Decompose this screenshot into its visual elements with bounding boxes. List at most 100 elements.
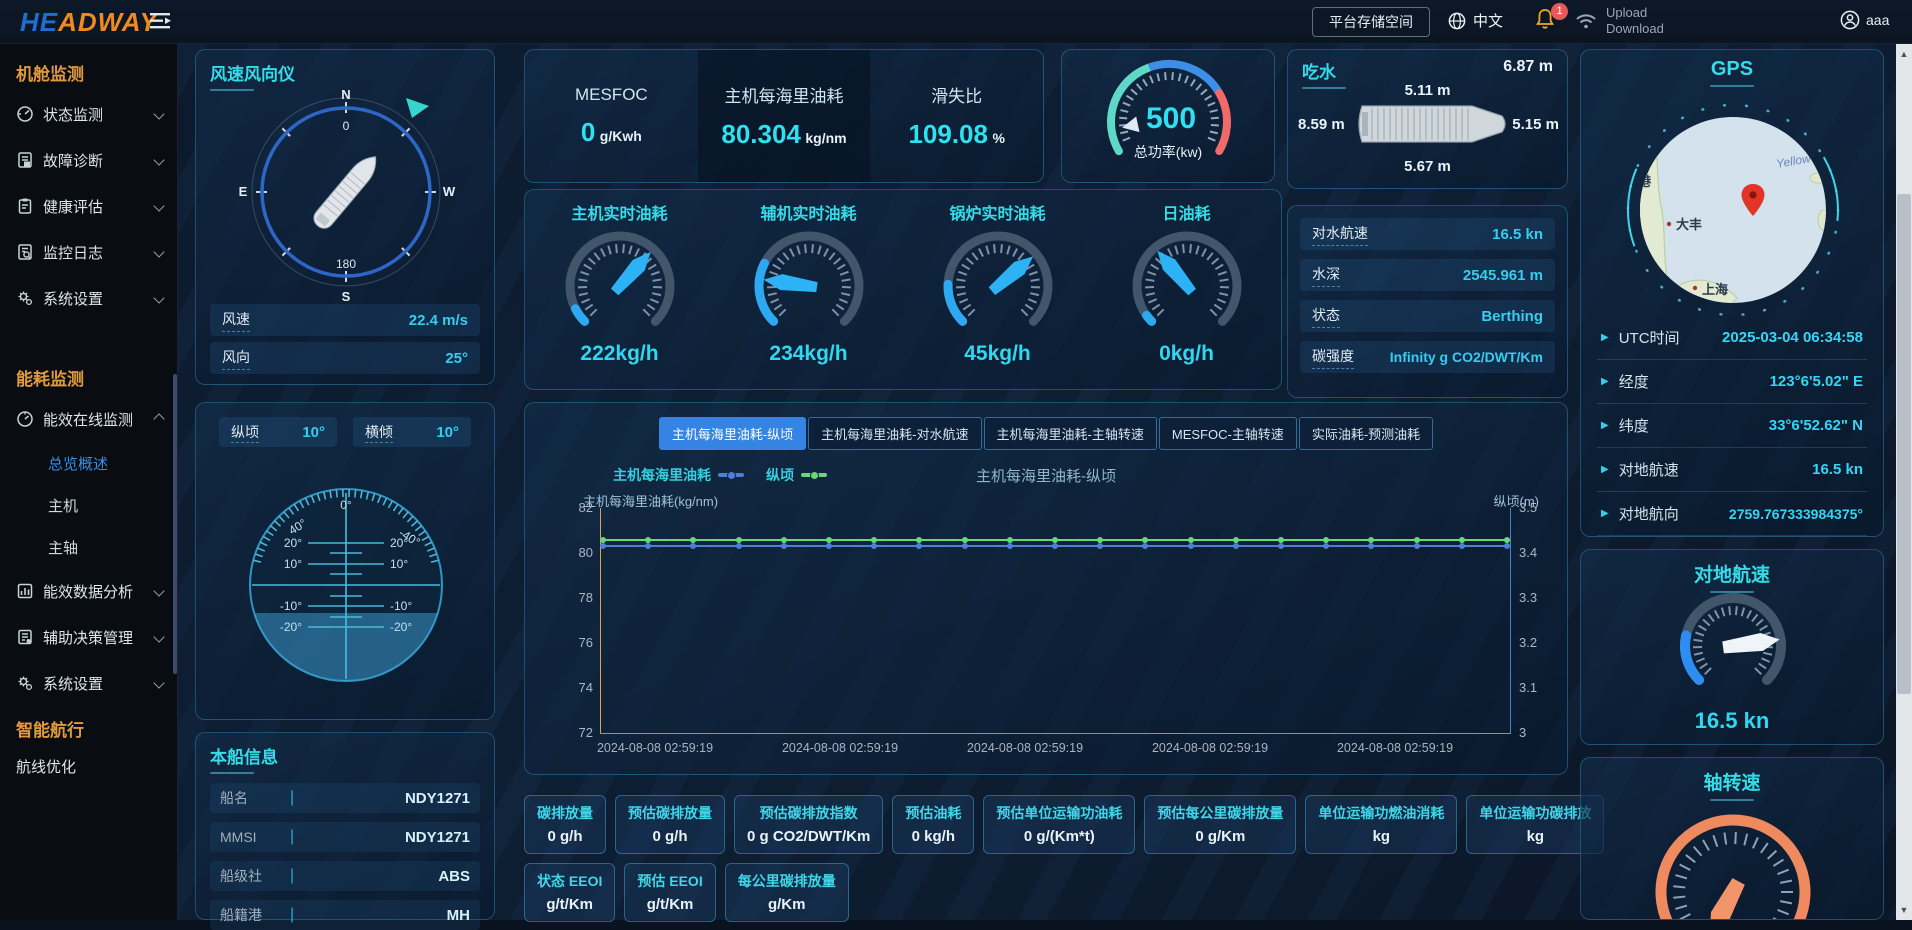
series-point bbox=[916, 537, 922, 543]
series-point bbox=[962, 543, 968, 549]
sidebar-item-route-optimization[interactable]: 航线优化 bbox=[0, 747, 177, 785]
sidebar-item-system-settings-1[interactable]: 系统设置 bbox=[0, 275, 177, 321]
chip-label: 预估碳排放量 bbox=[628, 803, 712, 823]
sidebar-item-health-evaluation[interactable]: 健康评估 bbox=[0, 183, 177, 229]
series-point bbox=[1233, 543, 1239, 549]
chart-tabs: 主机每海里油耗-纵顷主机每海里油耗-对水航速主机每海里油耗-主轴转速MESFOC… bbox=[525, 417, 1567, 450]
chip-label: 每公里碳排放量 bbox=[738, 871, 836, 891]
series-point bbox=[1368, 543, 1374, 549]
sog-gauge-panel: 对地航速 16.5 kn bbox=[1580, 549, 1884, 745]
carbon-stats-area: 碳排放量0 g/h预估碳排放量0 g/h预估碳排放指数0 g CO2/DWT/K… bbox=[524, 795, 1574, 922]
latitude-row: ▶ 纬度33°6'52.62" N bbox=[1597, 404, 1867, 448]
sidebar-item-energy-data-analysis[interactable]: 能效数据分析 bbox=[0, 568, 177, 614]
y-tick-left: 76 bbox=[559, 635, 593, 650]
boiler-fuel-gauge: 锅炉实时油耗 45kg/h bbox=[903, 190, 1092, 389]
globe-icon bbox=[1448, 12, 1466, 30]
sidebar-item-system-settings-2[interactable]: 系统设置 bbox=[0, 660, 177, 706]
status-row: 状态Berthing bbox=[1300, 300, 1555, 332]
mesfoc-stats-panel: MESFOC 0 g/Kwh 主机每海里油耗 80.304 kg/nm 滑失比 … bbox=[524, 49, 1044, 183]
wind-panel: 风速风向仪 N S E W 0 180 风速22.4 m/s 风向25° bbox=[195, 49, 495, 385]
series-point bbox=[1007, 537, 1013, 543]
nav-info-panel: 对水航速16.5 kn 水深2545.961 m 状态Berthing 碳强度I… bbox=[1287, 205, 1568, 398]
gps-map[interactable]: Yellow Sea 云港 大丰 上海 bbox=[1581, 88, 1885, 318]
triangle-bullet-icon: ▶ bbox=[1601, 376, 1609, 387]
shaft-gauge-title: 轴转速 bbox=[1703, 773, 1760, 794]
wind-speed-row: 风速22.4 m/s bbox=[210, 304, 480, 336]
series-point bbox=[600, 543, 606, 549]
chip-value: 0 g/Km bbox=[1157, 828, 1283, 845]
chart-tab-3[interactable]: MESFOC-主轴转速 bbox=[1159, 417, 1297, 450]
scrollbar-thumb[interactable] bbox=[1897, 194, 1911, 694]
sidebar-item-energy-online-monitor[interactable]: 能效在线监测 bbox=[0, 396, 177, 442]
chip-value: kg bbox=[1318, 828, 1444, 845]
clipboard-icon bbox=[16, 197, 34, 215]
daily-fuel-gauge: 日油耗 0kg/h bbox=[1092, 190, 1281, 389]
series-point bbox=[1323, 537, 1329, 543]
sog-gauge-dial bbox=[1658, 586, 1808, 706]
page-scrollbar[interactable]: ▲ ▼ bbox=[1896, 44, 1912, 920]
trim-scale-label: -20° bbox=[390, 620, 412, 634]
chip-value: 0 g/h bbox=[537, 828, 593, 845]
upload-download[interactable]: UploadDownload bbox=[1574, 5, 1664, 38]
notification-bell[interactable]: 1 bbox=[1535, 8, 1555, 35]
carbon-stat-chip: 预估 EEOIg/t/Km bbox=[624, 863, 715, 922]
gps-panel-title: GPS bbox=[1581, 58, 1883, 81]
sidebar-subitem-main-shaft[interactable]: 主轴 bbox=[0, 526, 177, 568]
sog-row: ▶ 对地航速16.5 kn bbox=[1597, 448, 1867, 492]
chip-value: g/Km bbox=[738, 896, 836, 913]
map-place-label: 上海 bbox=[1702, 282, 1728, 297]
sidebar-item-status-monitor[interactable]: 状态监测 bbox=[0, 91, 177, 137]
chart-tab-0[interactable]: 主机每海里油耗-纵顷 bbox=[659, 417, 806, 450]
language-switcher[interactable]: 中文 bbox=[1448, 10, 1503, 31]
chart-tab-2[interactable]: 主机每海里油耗-主轴转速 bbox=[984, 417, 1157, 450]
series-point bbox=[871, 537, 877, 543]
series-point bbox=[781, 543, 787, 549]
platform-storage-button[interactable]: 平台存储空间 bbox=[1312, 7, 1430, 37]
sidebar-scrollbar-thumb[interactable] bbox=[173, 374, 177, 674]
trim-arc-top-label: 0° bbox=[340, 498, 352, 512]
carbon-intensity-row: 碳强度Infinity g CO2/DWT/Km bbox=[1300, 341, 1555, 373]
log-search-icon bbox=[16, 243, 34, 261]
sidebar-item-label: 故障诊断 bbox=[43, 150, 103, 171]
map-place-label: 云港 bbox=[1625, 174, 1652, 189]
series-point bbox=[736, 537, 742, 543]
draft-port-value: 8.59 m bbox=[1298, 116, 1345, 133]
chip-label: 单位运输功碳排放 bbox=[1479, 803, 1591, 823]
series-point bbox=[1188, 537, 1194, 543]
sidebar-item-fault-diagnosis[interactable]: 故障诊断 bbox=[0, 137, 177, 183]
carbon-stat-chip: 每公里碳排放量 g/Km bbox=[725, 863, 849, 922]
decision-doc-icon bbox=[16, 628, 34, 646]
shaft-speed-gauge-panel: 轴转速 bbox=[1580, 757, 1884, 920]
series-point bbox=[1142, 537, 1148, 543]
carbon-stat-chip: 单位运输功燃油消耗kg bbox=[1305, 795, 1457, 854]
series-point bbox=[916, 543, 922, 549]
sidebar-collapse-icon[interactable] bbox=[150, 12, 172, 35]
longitude-row: ▶ 经度123°6'5.02" E bbox=[1597, 360, 1867, 404]
user-menu[interactable]: aaa bbox=[1840, 10, 1889, 30]
scroll-down-arrow[interactable]: ▼ bbox=[1896, 902, 1912, 918]
chart-tab-1[interactable]: 主机每海里油耗-对水航速 bbox=[808, 417, 981, 450]
top-bar: HEADWAY 平台存储空间 中文 1 UploadDownload bbox=[0, 0, 1912, 44]
sidebar-subitem-main-engine[interactable]: 主机 bbox=[0, 484, 177, 526]
sidebar-item-monitor-log[interactable]: 监控日志 bbox=[0, 229, 177, 275]
compass-n-label: N bbox=[341, 87, 350, 102]
x-tick-label: 2024-08-08 02:59:19 bbox=[1152, 741, 1268, 755]
series-point bbox=[1052, 537, 1058, 543]
series-point bbox=[1368, 537, 1374, 543]
draft-fore-value: 5.11 m bbox=[1288, 82, 1567, 99]
chart-tab-4[interactable]: 实际油耗-预测油耗 bbox=[1299, 417, 1433, 450]
fuel-trim-chart-panel: 主机每海里油耗-纵顷主机每海里油耗-对水航速主机每海里油耗-主轴转速MESFOC… bbox=[524, 402, 1568, 775]
scroll-up-arrow[interactable]: ▲ bbox=[1896, 46, 1912, 62]
wind-compass: N S E W 0 180 bbox=[231, 80, 461, 304]
chip-label: 状态 EEOI bbox=[537, 871, 602, 891]
x-tick-label: 2024-08-08 02:59:19 bbox=[967, 741, 1083, 755]
water-depth-row: 水深2545.961 m bbox=[1300, 259, 1555, 291]
sidebar-item-decision-support[interactable]: 辅助决策管理 bbox=[0, 614, 177, 660]
carbon-stat-chip: 碳排放量0 g/h bbox=[524, 795, 606, 854]
headway-logo: HEADWAY bbox=[20, 7, 158, 38]
ship-info-title: 本船信息 bbox=[210, 743, 480, 768]
sidebar-item-label: 健康评估 bbox=[43, 196, 103, 217]
sidebar-item-label: 能效在线监测 bbox=[43, 409, 133, 430]
sidebar-subitem-overview[interactable]: 总览概述 bbox=[0, 442, 177, 484]
ship-name-row: 船名|NDY1271 bbox=[210, 783, 480, 813]
